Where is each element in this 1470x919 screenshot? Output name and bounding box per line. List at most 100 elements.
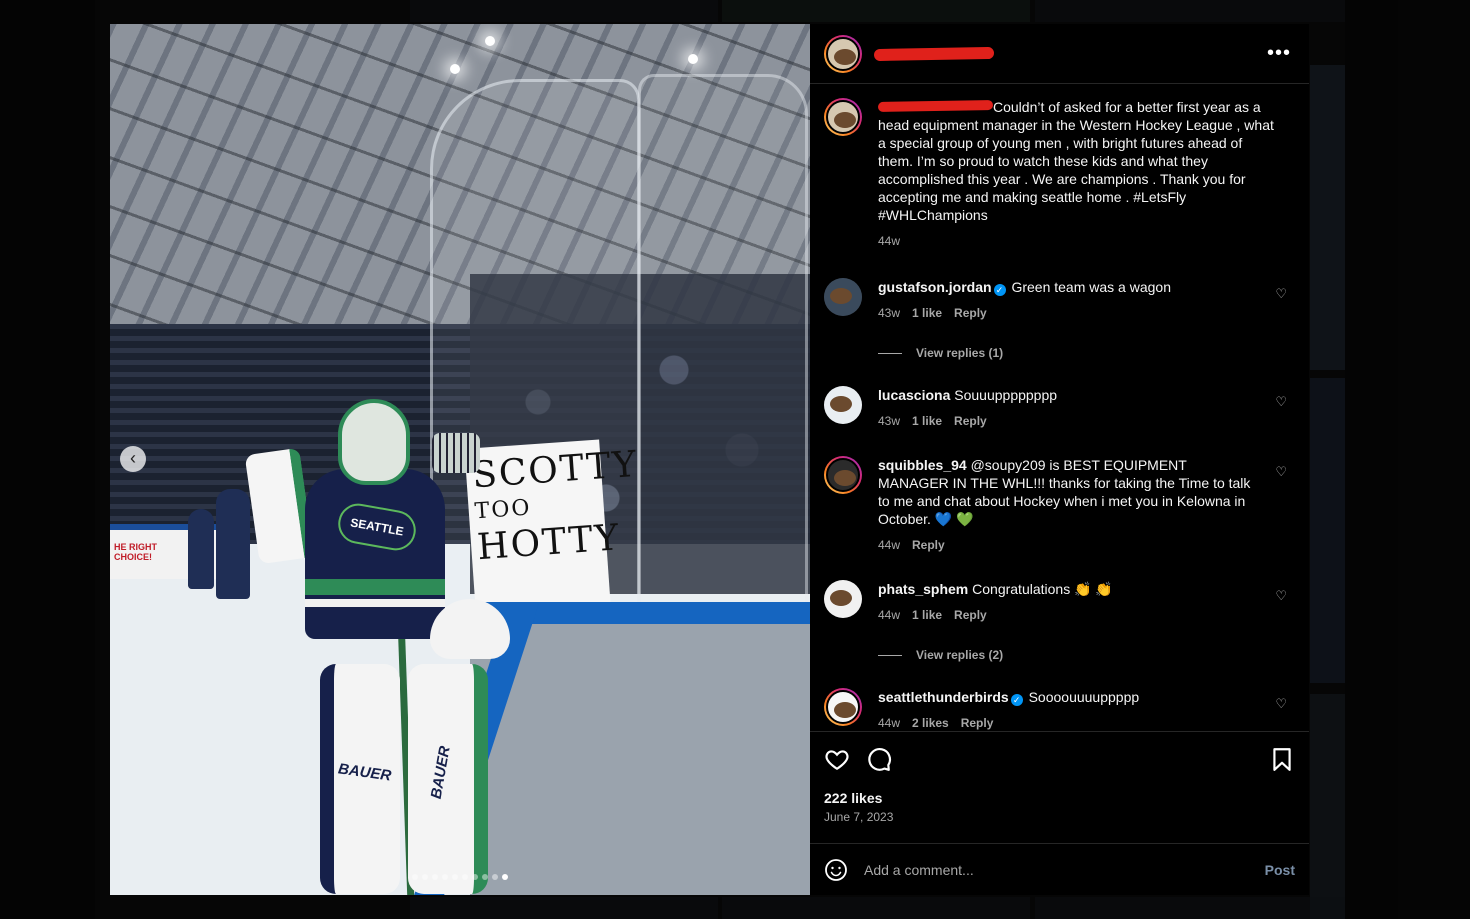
comment-likes[interactable]: 1 like: [912, 412, 942, 430]
avatar-image: [826, 458, 860, 492]
add-comment-bar: Post: [810, 843, 1309, 895]
reply-button[interactable]: Reply: [912, 536, 945, 554]
comment: seattlethunderbirds ✓ Soooouuuuppppp 44w …: [824, 688, 1295, 731]
likes-count[interactable]: 222 likes: [824, 790, 1295, 806]
carousel-prev-button[interactable]: ‹: [120, 446, 146, 472]
comment: phats_sphem Congratulations 👏 👏 44w 1 li…: [824, 580, 1295, 624]
caption-time: 44w: [878, 234, 901, 248]
goalie-jersey: [305, 469, 445, 639]
comments-list[interactable]: Couldn’t of asked for a better first yea…: [810, 84, 1309, 731]
commenter-avatar[interactable]: [824, 386, 862, 424]
comment-meta: 44w 2 likes Reply: [878, 714, 1261, 731]
jersey-stripe: [305, 599, 445, 607]
post-sidebar: ••• Couldn’t of asked for a better first…: [810, 24, 1309, 895]
comment-username[interactable]: seattlethunderbirds: [878, 689, 1009, 705]
comment-like-heart-icon[interactable]: ♡: [1275, 696, 1287, 712]
carousel-dot[interactable]: [502, 874, 508, 880]
comment: squibbles_94 @soupy209 is BEST EQUIPMENT…: [824, 456, 1295, 554]
comment-meta: 43w 1 like Reply: [878, 304, 1261, 322]
comment-like-heart-icon[interactable]: ♡: [1275, 394, 1287, 410]
caption: Couldn’t of asked for a better first yea…: [824, 98, 1295, 250]
post-photo[interactable]: HE RIGHT CHOICE! SCOTTY TOO HOTTY SEATTL…: [110, 24, 810, 895]
comment-icon[interactable]: [866, 746, 892, 772]
like-heart-icon[interactable]: [824, 746, 850, 772]
more-options-button[interactable]: •••: [1267, 42, 1291, 65]
comment-likes[interactable]: 1 like: [912, 304, 942, 322]
comment-body: seattlethunderbirds ✓ Soooouuuuppppp 44w …: [878, 688, 1295, 731]
comment-likes[interactable]: 2 likes: [912, 714, 949, 731]
verified-badge-icon: ✓: [1010, 694, 1023, 706]
reply-button[interactable]: Reply: [954, 606, 987, 624]
caption-body: Couldn’t of asked for a better first yea…: [877, 98, 1295, 250]
goalie-mask: [338, 399, 480, 485]
comment-like-heart-icon[interactable]: ♡: [1275, 286, 1287, 302]
carousel-dot[interactable]: [472, 874, 478, 880]
avatar-image: [824, 580, 862, 618]
comment-likes[interactable]: 1 like: [912, 606, 942, 624]
goalie-pad-right: BAUER: [408, 664, 488, 894]
comment-meta: 44w Reply: [878, 536, 1261, 554]
commenter-avatar[interactable]: [824, 688, 862, 726]
comment-text: Souuupppppppp: [954, 387, 1058, 403]
view-replies-label: View replies (1): [916, 346, 1004, 360]
bench-glass: [638, 74, 808, 634]
add-comment-input[interactable]: [864, 861, 1249, 878]
comment-username[interactable]: squibbles_94: [878, 457, 967, 473]
redacted-username: [873, 46, 995, 61]
view-replies-button[interactable]: View replies (1): [878, 346, 1295, 360]
carousel-dot[interactable]: [462, 874, 468, 880]
comment-time: 43w: [878, 306, 901, 320]
comment-text: Soooouuuuppppp: [1028, 689, 1140, 705]
carousel-dot[interactable]: [442, 874, 448, 880]
caption-meta: 44w: [878, 232, 1275, 250]
author-avatar[interactable]: [824, 98, 862, 136]
comment-time: 44w: [878, 538, 901, 552]
avatar-image: [824, 278, 862, 316]
comment-username[interactable]: phats_sphem: [878, 581, 968, 597]
reply-button[interactable]: Reply: [954, 412, 987, 430]
post-actions: 222 likes June 7, 2023: [810, 731, 1309, 843]
comment-text: Congratulations 👏 👏: [972, 581, 1113, 597]
view-replies-button[interactable]: View replies (2): [878, 648, 1295, 662]
pad-brand: BAUER: [337, 760, 393, 785]
comment-time: 44w: [878, 608, 901, 622]
carousel-dot[interactable]: [452, 874, 458, 880]
carousel-dot[interactable]: [422, 874, 428, 880]
comment-meta: 43w 1 like Reply: [878, 412, 1261, 430]
comment-body: squibbles_94 @soupy209 is BEST EQUIPMENT…: [878, 456, 1295, 554]
comment-time: 43w: [878, 414, 901, 428]
save-bookmark-icon[interactable]: [1269, 746, 1295, 772]
arena-light: [485, 36, 495, 46]
emoji-icon[interactable]: [824, 858, 848, 882]
action-icons: [824, 744, 1295, 774]
avatar-image: [826, 100, 860, 134]
avatar-image: [826, 690, 860, 724]
reply-button[interactable]: Reply: [954, 304, 987, 322]
caption-text: Couldn’t of asked for a better first yea…: [878, 99, 1274, 223]
pad-brand: BAUER: [427, 744, 454, 801]
comment-username[interactable]: lucasciona: [878, 387, 950, 403]
arena-light: [688, 54, 698, 64]
comment-username[interactable]: gustafson.jordan: [878, 279, 992, 295]
carousel-dot[interactable]: [412, 874, 418, 880]
comment-meta: 44w 1 like Reply: [878, 606, 1261, 624]
comment: lucasciona Souuupppppppp 43w 1 like Repl…: [824, 386, 1295, 430]
comment-rows: gustafson.jordan ✓ Green team was a wagon…: [824, 278, 1295, 731]
avatar-image: [826, 36, 860, 71]
divider-line: [878, 352, 902, 354]
post-comment-button[interactable]: Post: [1265, 862, 1295, 878]
comment-like-heart-icon[interactable]: ♡: [1275, 588, 1287, 604]
reply-button[interactable]: Reply: [961, 714, 994, 731]
author-avatar[interactable]: [824, 34, 862, 73]
commenter-avatar[interactable]: [824, 278, 862, 316]
carousel-dot[interactable]: [432, 874, 438, 880]
carousel-dot[interactable]: [492, 874, 498, 880]
skater: [188, 509, 214, 589]
skater: [216, 489, 250, 599]
commenter-avatar[interactable]: [824, 580, 862, 618]
comment-text: Green team was a wagon: [1011, 279, 1171, 295]
comment-like-heart-icon[interactable]: ♡: [1275, 464, 1287, 480]
carousel-dot[interactable]: [482, 874, 488, 880]
commenter-avatar[interactable]: [824, 456, 862, 494]
divider-line: [878, 654, 902, 656]
